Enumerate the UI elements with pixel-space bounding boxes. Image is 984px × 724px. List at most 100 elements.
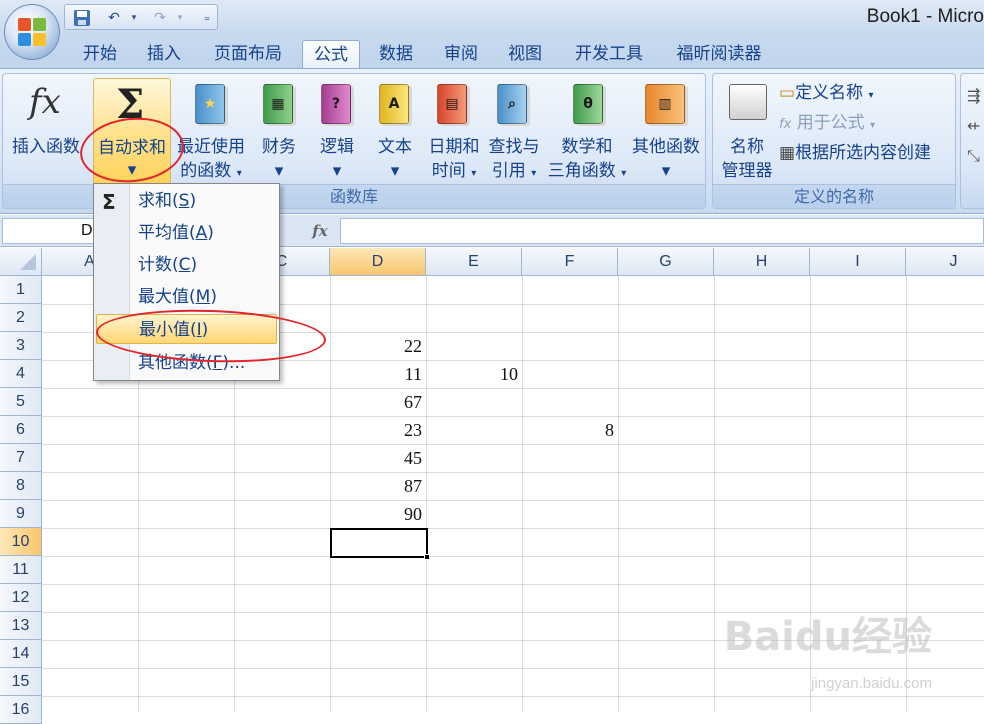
more-label: 其他函数 (632, 137, 700, 157)
redo-dropdown-icon[interactable]: ▾ (171, 9, 189, 27)
row-header[interactable]: 8 (0, 472, 42, 500)
cell-d9[interactable]: 90 (330, 500, 426, 528)
row-header[interactable]: 1 (0, 276, 42, 304)
define-name-icon: ▭ (779, 83, 796, 103)
cell-d6[interactable]: 23 (330, 416, 426, 444)
cell-d5[interactable]: 67 (330, 388, 426, 416)
watermark-logo: Baidu经验 (723, 614, 932, 660)
trace-precedents-icon[interactable]: ⇶ (967, 86, 980, 105)
cell-d7[interactable]: 45 (330, 444, 426, 472)
redo-icon[interactable]: ↷ (151, 9, 169, 27)
formula-auditing-group-partial: ⇶ ⇷ ⤡ (960, 73, 984, 209)
lookup-label-2: 引用 (491, 161, 526, 181)
autosum-dropdown-menu: Σ 求和(S) 平均值(A) 计数(C) 最大值(M) 最小值(I) 其他函数(… (93, 183, 280, 381)
column-header[interactable]: F (522, 248, 618, 276)
row-header[interactable]: 16 (0, 696, 42, 724)
save-icon[interactable] (73, 9, 91, 27)
insert-function-button[interactable]: fx 插入函数 (7, 78, 85, 184)
office-button[interactable] (4, 4, 60, 60)
menu-item-min[interactable]: 最小值(I) (96, 314, 277, 344)
more-functions-button[interactable]: ▥ 其他函数 ▾ (632, 78, 700, 184)
tab-formulas[interactable]: 公式 (302, 40, 360, 70)
tab-developer[interactable]: 开发工具 (560, 40, 658, 70)
row-header[interactable]: 6 (0, 416, 42, 444)
cell-d8[interactable]: 87 (330, 472, 426, 500)
row-header[interactable]: 5 (0, 388, 42, 416)
row-header[interactable]: 9 (0, 500, 42, 528)
financial-button[interactable]: ▦ 财务 ▾ (255, 78, 303, 184)
fill-handle[interactable] (424, 554, 430, 560)
column-header[interactable]: H (714, 248, 810, 276)
row-header[interactable]: 7 (0, 444, 42, 472)
magnifier-book-icon: ⌕ (497, 84, 527, 124)
tab-view[interactable]: 视图 (496, 40, 554, 70)
financial-book-icon: ▦ (263, 84, 293, 124)
active-cell-d10[interactable] (330, 528, 428, 558)
customize-qat-icon[interactable]: ₌ (198, 8, 216, 26)
column-header[interactable]: G (618, 248, 714, 276)
tab-insert[interactable]: 插入 (136, 40, 192, 70)
autosum-button[interactable]: Σ 自动求和 ▾ (93, 78, 171, 184)
window-title: Book1 - Micro (866, 6, 984, 27)
use-in-formula-button[interactable]: fx 用于公式 ▾ (779, 112, 875, 137)
table-grid-icon: ▦ (779, 143, 796, 163)
tab-page-layout[interactable]: 页面布局 (200, 40, 296, 70)
cell-f6[interactable]: 8 (522, 416, 618, 444)
row-header[interactable]: 2 (0, 304, 42, 332)
menu-item-more-functions[interactable]: 其他函数(F)... (96, 348, 277, 378)
undo-icon[interactable]: ↶ (105, 9, 123, 27)
watermark-url: jingyan.baidu.com (811, 675, 932, 692)
menu-item-average[interactable]: 平均值(A) (96, 218, 277, 248)
lookup-label-1: 查找与 (488, 137, 540, 157)
insert-function-fx-button[interactable]: fx (304, 219, 336, 243)
row-header-selected[interactable]: 10 (0, 528, 42, 556)
define-name-button[interactable]: ▭定义名称 ▾ (779, 82, 874, 107)
column-header[interactable]: E (426, 248, 522, 276)
lookup-reference-button[interactable]: ⌕ 查找与 引用 ▾ (487, 78, 541, 184)
undo-dropdown-icon[interactable]: ▾ (125, 9, 143, 27)
row-header[interactable]: 4 (0, 360, 42, 388)
math-trig-button[interactable]: θ 数学和 三角函数 ▾ (548, 78, 626, 184)
text-button[interactable]: A 文本 ▾ (371, 78, 419, 184)
column-header[interactable]: J (906, 248, 984, 276)
tab-data[interactable]: 数据 (366, 40, 426, 70)
row-header[interactable]: 13 (0, 612, 42, 640)
select-all-corner[interactable] (0, 248, 42, 276)
column-header-selected[interactable]: D (330, 248, 426, 276)
menu-item-max[interactable]: 最大值(M) (96, 282, 277, 312)
title-bar: ↶ ▾ ↷ ▾ ₌ Book1 - Micro (0, 0, 984, 36)
menu-item-sum[interactable]: 求和(S) (96, 186, 277, 216)
tab-foxit-reader[interactable]: 福昕阅读器 (664, 40, 774, 70)
defined-names-label: 定义的名称 (713, 184, 955, 208)
name-manager-button[interactable]: 名称 管理器 (719, 78, 775, 184)
calendar-book-icon: ▤ (437, 84, 467, 124)
formula-input[interactable] (340, 218, 984, 244)
create-from-selection-button[interactable]: ▦根据所选内容创建 (779, 142, 931, 164)
recently-used-button[interactable]: ★ 最近使用 的函数 ▾ (173, 78, 249, 184)
remove-arrows-icon[interactable]: ⤡ (967, 146, 980, 166)
cell-d3[interactable]: 22 (330, 332, 426, 360)
row-header[interactable]: 14 (0, 640, 42, 668)
define-name-label: 定义名称 (795, 83, 864, 103)
insert-function-label: 插入函数 (12, 137, 80, 157)
date-time-button[interactable]: ▤ 日期和 时间 ▾ (427, 78, 481, 184)
tab-home[interactable]: 开始 (68, 40, 132, 70)
row-header[interactable]: 12 (0, 584, 42, 612)
office-logo-icon (18, 18, 48, 48)
stacked-books-icon: ▥ (645, 84, 685, 124)
recent-label-2: 的函数 (180, 161, 232, 181)
defined-names-group: 名称 管理器 ▭定义名称 ▾ fx 用于公式 ▾ ▦根据所选内容创建 定义的名称 (712, 73, 956, 209)
fx-small-icon: fx (779, 117, 792, 132)
cell-d4[interactable]: 11 (330, 360, 426, 388)
row-header[interactable]: 3 (0, 332, 42, 360)
column-header[interactable]: I (810, 248, 906, 276)
row-header[interactable]: 11 (0, 556, 42, 584)
fx-icon: fx (29, 82, 61, 122)
trace-dependents-icon[interactable]: ⇷ (967, 116, 980, 135)
tab-review[interactable]: 审阅 (432, 40, 490, 70)
row-header[interactable]: 15 (0, 668, 42, 696)
name-manager-label-2: 管理器 (721, 161, 773, 181)
cell-e4[interactable]: 10 (426, 360, 522, 388)
logical-button[interactable]: ? 逻辑 ▾ (313, 78, 361, 184)
menu-item-count[interactable]: 计数(C) (96, 250, 277, 280)
